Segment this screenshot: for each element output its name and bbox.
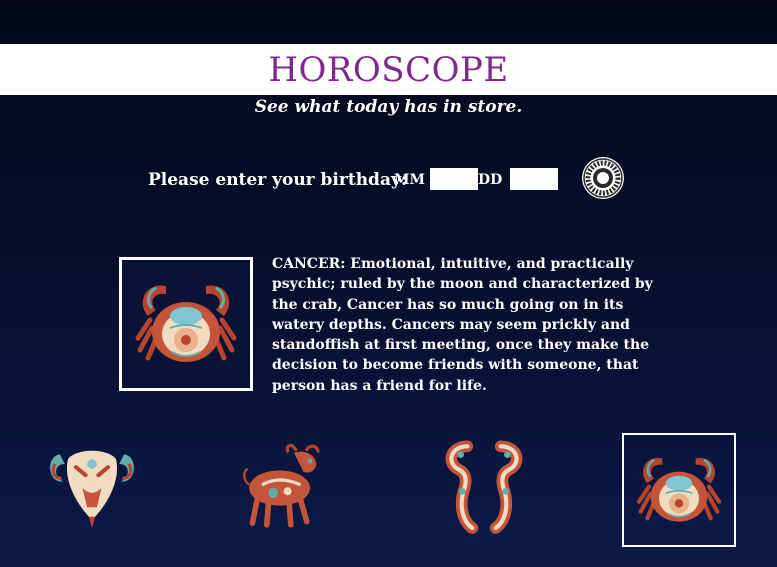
taurus-bull-icon: [238, 440, 334, 536]
month-input[interactable]: [430, 168, 478, 190]
submit-button[interactable]: [582, 157, 624, 199]
aries-ram-icon: [44, 440, 140, 536]
cancer-crab-icon: [126, 264, 246, 384]
page-title: HOROSCOPE: [268, 49, 509, 90]
cancer-crab-icon: [629, 440, 729, 540]
sign-description: CANCER: Emotional, intuitive, and practi…: [272, 256, 653, 394]
month-label: MM: [394, 172, 425, 188]
cancer-sign[interactable]: [622, 433, 736, 547]
page-subtitle: See what today has in store.: [254, 97, 523, 117]
aries-sign[interactable]: [44, 440, 140, 536]
day-input[interactable]: [510, 168, 558, 190]
zodiac-wheel-icon: [583, 158, 623, 198]
day-label: DD: [478, 172, 503, 188]
gemini-twins-icon: [434, 438, 534, 538]
header-bar: HOROSCOPE: [0, 44, 777, 95]
taurus-sign[interactable]: [238, 440, 334, 536]
gemini-sign[interactable]: [434, 438, 534, 538]
featured-sign-frame: [119, 257, 253, 391]
birthday-prompt: Please enter your birthday:: [148, 170, 408, 190]
